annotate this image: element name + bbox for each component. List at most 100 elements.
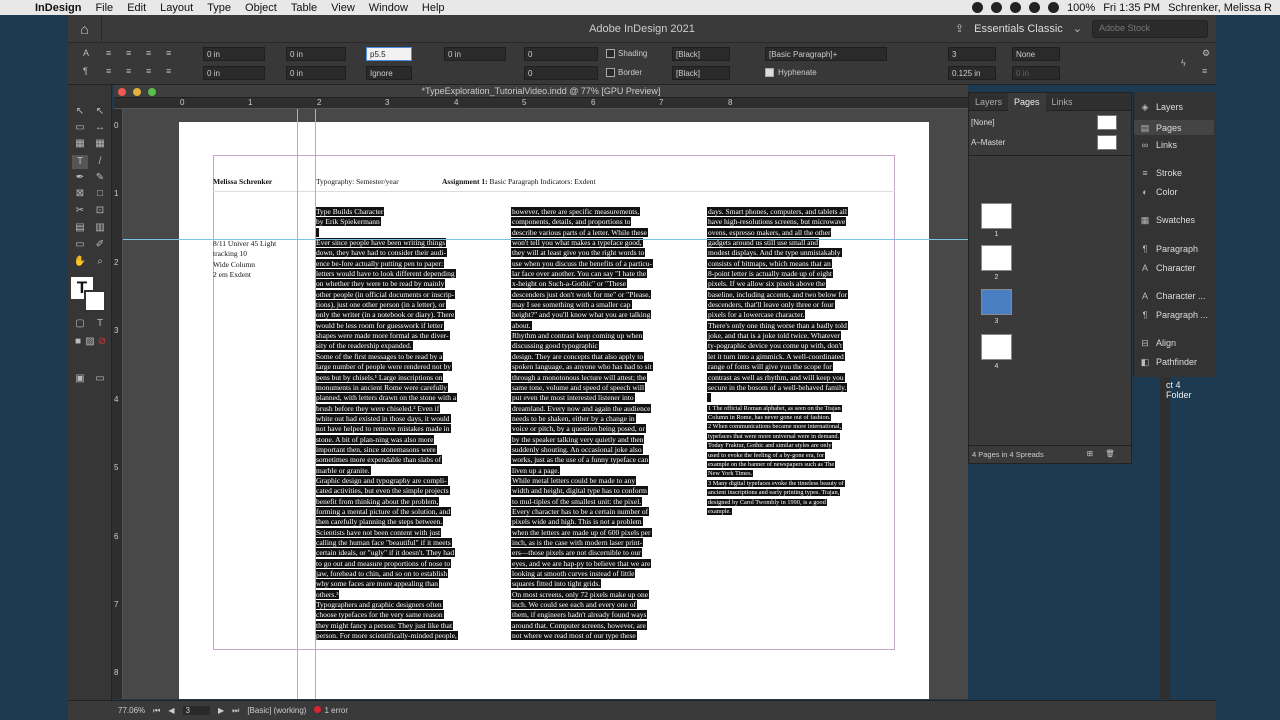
master-none[interactable]: [None] bbox=[971, 118, 995, 127]
note-tool-icon[interactable]: ▭ bbox=[72, 238, 88, 252]
master-a-thumb[interactable] bbox=[1097, 135, 1117, 150]
free-transform-tool-icon[interactable]: ⊡ bbox=[92, 204, 108, 218]
right-indent-field[interactable]: 0 in bbox=[286, 47, 346, 61]
status-icon[interactable] bbox=[991, 2, 1003, 13]
horizontal-guide[interactable] bbox=[123, 239, 968, 240]
dropcap-chars-field[interactable]: 0 bbox=[524, 66, 598, 80]
dock-align[interactable]: ⊟ Align bbox=[1140, 338, 1176, 348]
zoom-window-icon[interactable] bbox=[148, 88, 156, 96]
document-page[interactable]: Melissa Schrenker Typography: Semester/y… bbox=[179, 122, 929, 699]
share-icon[interactable]: ⇪ bbox=[955, 22, 964, 35]
eyedropper-tool-icon[interactable]: ✐ bbox=[92, 238, 108, 252]
page-field[interactable]: 3 bbox=[182, 706, 210, 715]
text-column-2[interactable]: however, there are specific measurements… bbox=[511, 207, 653, 641]
dropbox-icon[interactable] bbox=[1010, 2, 1022, 13]
align-left-icon[interactable]: ≡ bbox=[106, 48, 111, 58]
dock-swatches[interactable]: ▦ Swatches bbox=[1140, 215, 1195, 225]
dock-color[interactable]: ◐ Color bbox=[1140, 187, 1177, 197]
text-column-3[interactable]: days. Smart phones, computers, and table… bbox=[707, 207, 849, 516]
formatting-container-icon[interactable]: ▢ bbox=[72, 317, 88, 331]
dock-links[interactable]: ∞ Links bbox=[1140, 140, 1177, 150]
trash-icon[interactable]: 🗑 bbox=[1105, 449, 1115, 458]
pasteboard[interactable]: Melissa Schrenker Typography: Semester/y… bbox=[123, 109, 968, 699]
prev-page-icon[interactable]: ◀ bbox=[168, 706, 174, 715]
formatting-text-icon[interactable]: T bbox=[92, 317, 108, 331]
paragraph-formatting-icon[interactable]: ¶ bbox=[83, 66, 88, 76]
justify-all-icon[interactable]: ≡ bbox=[166, 66, 171, 76]
bullet-select[interactable]: None bbox=[1012, 47, 1060, 61]
student-name[interactable]: Melissa Schrenker bbox=[213, 177, 272, 187]
screen-mode-icon[interactable]: ▭ bbox=[92, 372, 108, 386]
style-status[interactable]: [Basic] (working) bbox=[247, 706, 306, 715]
page-thumb-1[interactable] bbox=[981, 203, 1012, 229]
space-after-field[interactable]: 0 in bbox=[444, 47, 506, 61]
adobe-stock-search[interactable]: Adobe Stock bbox=[1092, 19, 1208, 38]
border-checkbox[interactable] bbox=[606, 68, 615, 77]
columns-field[interactable]: 3 bbox=[948, 47, 996, 61]
menu-file[interactable]: File bbox=[88, 2, 120, 14]
dock-pathfinder[interactable]: ◧ Pathfinder bbox=[1140, 357, 1197, 367]
menu-window[interactable]: Window bbox=[362, 2, 415, 14]
column-guide[interactable] bbox=[315, 109, 316, 699]
record-icon[interactable] bbox=[972, 2, 984, 13]
menu-edit[interactable]: Edit bbox=[120, 2, 153, 14]
gap-tool-icon[interactable]: ↔ bbox=[92, 121, 108, 135]
dock-paragraph-styles[interactable]: ¶ Paragraph ... bbox=[1140, 310, 1208, 320]
span-columns-field[interactable]: 0 in bbox=[1012, 66, 1060, 80]
tab-layers[interactable]: Layers bbox=[969, 97, 1008, 107]
lightning-icon[interactable]: ϟ bbox=[1181, 58, 1186, 68]
panel-menu-icon[interactable]: ≡ bbox=[1202, 66, 1207, 76]
vertical-ruler[interactable]: 0 1 2 3 4 5 6 7 8 bbox=[112, 109, 123, 699]
left-indent-field[interactable]: 0 in bbox=[203, 47, 265, 61]
desktop-folder-label[interactable]: ct 4 Folder bbox=[1166, 380, 1192, 400]
gradient-feather-tool-icon[interactable]: ▥ bbox=[92, 221, 108, 235]
last-line-indent-field[interactable]: 0 in bbox=[286, 66, 346, 80]
master-a[interactable]: A–Master bbox=[971, 138, 1005, 147]
first-page-icon[interactable]: ⏮ bbox=[153, 706, 160, 716]
scissors-tool-icon[interactable]: ✂ bbox=[72, 204, 88, 218]
rectangle-tool-icon[interactable]: □ bbox=[92, 187, 108, 201]
direct-selection-tool-icon[interactable]: ↖ bbox=[92, 105, 108, 119]
home-icon[interactable]: ⌂ bbox=[68, 14, 102, 43]
new-page-icon[interactable]: ⊞ bbox=[1087, 449, 1093, 458]
menu-table[interactable]: Table bbox=[284, 2, 324, 14]
menu-type[interactable]: Type bbox=[200, 2, 238, 14]
justify-center-icon[interactable]: ≡ bbox=[126, 66, 131, 76]
tab-links[interactable]: Links bbox=[1046, 97, 1079, 107]
apply-none-icon[interactable]: ⊘ bbox=[94, 335, 110, 349]
line-tool-icon[interactable]: / bbox=[92, 155, 108, 169]
character-formatting-icon[interactable]: A bbox=[83, 48, 89, 58]
minimize-window-icon[interactable] bbox=[133, 88, 141, 96]
justify-icon[interactable]: ≡ bbox=[166, 48, 171, 58]
preflight-status[interactable]: 1 error bbox=[314, 706, 348, 715]
dock-pages[interactable]: ▤ Pages bbox=[1134, 120, 1214, 135]
menu-object[interactable]: Object bbox=[238, 2, 284, 14]
wifi-icon[interactable] bbox=[1048, 2, 1060, 13]
menu-view[interactable]: View bbox=[324, 2, 362, 14]
menu-help[interactable]: Help bbox=[415, 2, 452, 14]
tab-pages[interactable]: Pages bbox=[1008, 92, 1046, 111]
course-name[interactable]: Typography: Semester/year bbox=[316, 177, 399, 187]
text-column-1[interactable]: Type Builds Character by Erik Spiekermann… bbox=[315, 207, 458, 641]
zoom-tool-icon[interactable]: ⌕ bbox=[92, 255, 108, 269]
space-before-field[interactable]: p5.5 bbox=[366, 47, 412, 61]
chevron-down-icon[interactable]: ⌄ bbox=[1073, 22, 1082, 35]
border-swatch-select[interactable]: [Black] bbox=[672, 66, 730, 80]
stroke-swatch-icon[interactable] bbox=[84, 290, 106, 312]
last-page-icon[interactable]: ⏭ bbox=[232, 706, 239, 716]
type-tool-icon[interactable]: T bbox=[72, 155, 88, 169]
menu-indesign[interactable]: InDesign bbox=[28, 2, 88, 14]
master-none-thumb[interactable] bbox=[1097, 115, 1117, 130]
page-thumb-4[interactable] bbox=[981, 334, 1012, 360]
dock-layers[interactable]: ◈ Layers bbox=[1140, 102, 1183, 112]
dock-character-styles[interactable]: A Character ... bbox=[1140, 291, 1206, 301]
dock-stroke[interactable]: ≡ Stroke bbox=[1140, 168, 1182, 178]
next-page-icon[interactable]: ▶ bbox=[218, 706, 224, 715]
paragraph-style-select[interactable]: [Basic Paragraph]+ bbox=[765, 47, 887, 61]
pencil-tool-icon[interactable]: ✎ bbox=[92, 171, 108, 185]
close-window-icon[interactable] bbox=[118, 88, 126, 96]
pen-tool-icon[interactable]: ✒ bbox=[72, 171, 88, 185]
justify-right-icon[interactable]: ≡ bbox=[146, 66, 151, 76]
first-line-indent-field[interactable]: 0 in bbox=[203, 66, 265, 80]
horizontal-ruler[interactable]: 0 1 2 3 4 5 6 7 8 bbox=[114, 98, 968, 109]
